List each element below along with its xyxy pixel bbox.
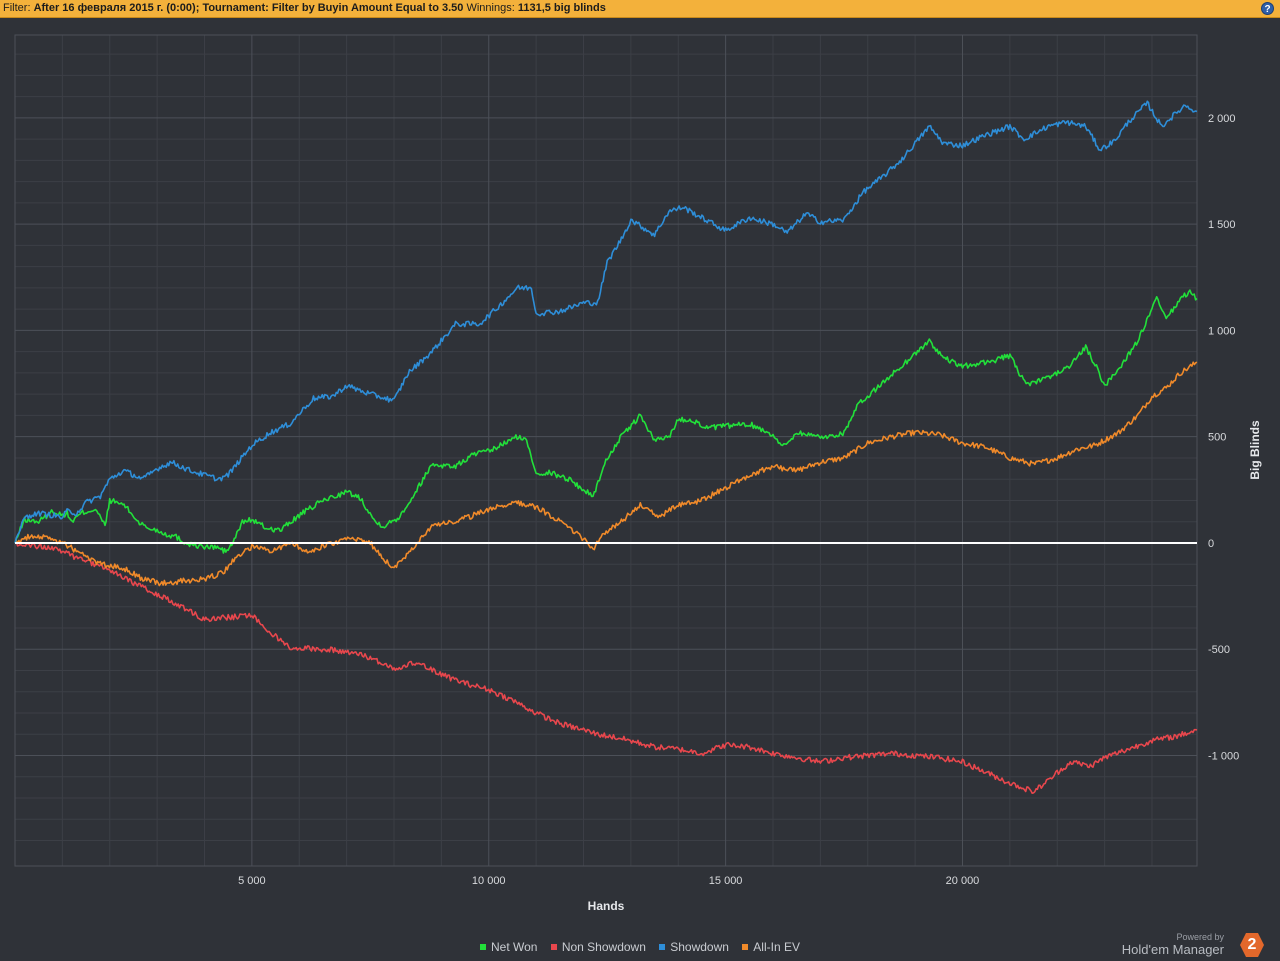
y-tick-label: 0	[1208, 538, 1214, 550]
legend-swatch	[480, 943, 487, 950]
legend: Net Won Non Showdown Showdown All-In EV	[0, 940, 1280, 954]
legend-label: Non Showdown	[561, 940, 646, 954]
series-line-net-won	[14, 289, 1198, 554]
x-tick-label: 10 000	[472, 875, 506, 887]
major-grid	[14, 34, 1198, 867]
filter-date: After 16 февраля 2015 г. (0:00);	[33, 2, 200, 14]
y-tick-label: 500	[1208, 432, 1226, 444]
y-tick-label: -500	[1208, 644, 1230, 656]
brand-name: Hold'em Manager	[1121, 942, 1224, 957]
legend-non-showdown[interactable]: Non Showdown	[550, 940, 646, 954]
winnings-value: 1131,5 big blinds	[517, 2, 606, 14]
legend-label: Showdown	[670, 940, 729, 954]
x-tick-label: 20 000	[946, 875, 980, 887]
axis-layer: 5 000 10 000 15 000 20 000 2 000 1 500 1 000 50…	[238, 113, 1239, 887]
series-layer	[14, 100, 1198, 794]
x-tick-label: 5 000	[238, 875, 266, 887]
legend-label: Net Won	[491, 940, 538, 954]
filter-tournament: Tournament: Filter by Buyin Amount Equal…	[202, 2, 464, 14]
series-line-showdown	[14, 100, 1198, 544]
y-tick-label: 1 000	[1208, 325, 1236, 337]
minor-grid	[15, 35, 1197, 866]
filter-bar: Filter: After 16 февраля 2015 г. (0:00);…	[0, 0, 1280, 18]
brand: Powered by Hold'em Manager 2	[1122, 932, 1264, 958]
legend-swatch	[659, 943, 666, 950]
powered-by-text: Powered by	[1176, 932, 1224, 942]
legend-swatch	[742, 943, 749, 950]
x-tick-label: 15 000	[709, 875, 743, 887]
legend-all-in-ev[interactable]: All-In EV	[742, 940, 800, 954]
legend-swatch	[550, 943, 557, 950]
y-tick-label: -1 000	[1208, 750, 1239, 762]
y-axis-label: Big Blinds	[1248, 420, 1262, 480]
series-line-all-in-ev	[14, 361, 1198, 587]
x-axis-label: Hands	[588, 899, 625, 913]
help-icon[interactable]: ?	[1261, 2, 1274, 15]
winnings-label: Winnings:	[466, 2, 515, 14]
legend-label: All-In EV	[753, 940, 800, 954]
legend-net-won[interactable]: Net Won	[480, 940, 537, 954]
filter-label: Filter:	[3, 2, 31, 14]
plot-border	[14, 34, 1198, 867]
y-tick-label: 1 500	[1208, 219, 1236, 231]
winnings-graph: 5 000 10 000 15 000 20 000 2 000 1 500 1 000 50…	[14, 34, 1262, 913]
y-tick-label: 2 000	[1208, 113, 1236, 125]
legend-showdown[interactable]: Showdown	[659, 940, 729, 954]
hem-logo-icon: 2	[1240, 933, 1264, 957]
